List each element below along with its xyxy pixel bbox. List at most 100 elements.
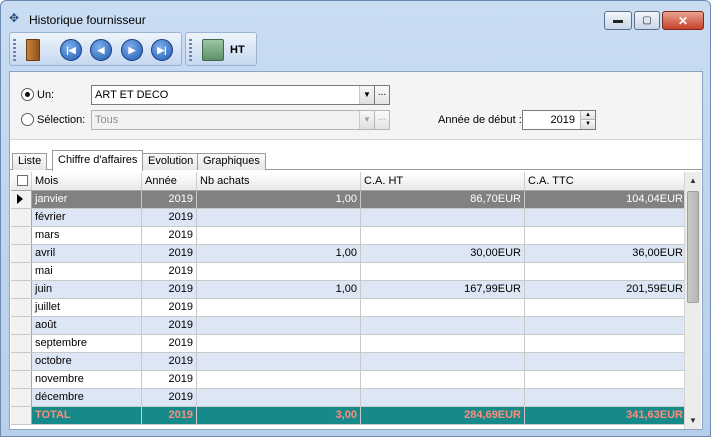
cell-nb-achats[interactable] xyxy=(196,262,361,281)
row-indicator[interactable] xyxy=(11,334,32,353)
cell-mois[interactable]: juillet xyxy=(31,298,142,317)
cell-annee[interactable]: 2019 xyxy=(141,280,197,299)
cell-ca-ht[interactable]: 167,99EUR xyxy=(360,280,525,299)
row-indicator[interactable] xyxy=(11,316,32,335)
tab-liste[interactable]: Liste xyxy=(12,153,48,170)
un-radio[interactable] xyxy=(21,88,34,101)
selection-combo[interactable]: Tous ▼ xyxy=(91,110,375,130)
table-row[interactable]: novembre 2019 xyxy=(11,370,687,389)
cell-annee[interactable]: 2019 xyxy=(141,370,197,389)
cell-mois[interactable]: janvier xyxy=(31,190,142,209)
row-indicator[interactable] xyxy=(11,244,32,263)
row-indicator[interactable] xyxy=(11,406,32,425)
cell-mois[interactable]: novembre xyxy=(31,370,142,389)
column-header-ca-ttc[interactable]: C.A. TTC xyxy=(524,172,687,191)
column-header-nb-achats[interactable]: Nb achats xyxy=(196,172,361,191)
exit-door-button[interactable] xyxy=(26,39,40,61)
row-indicator[interactable] xyxy=(11,388,32,407)
selection-browse-button[interactable]: ... xyxy=(374,110,390,130)
column-header-ca-ht[interactable]: C.A. HT xyxy=(360,172,525,191)
table-row[interactable]: septembre 2019 xyxy=(11,334,687,353)
row-indicator[interactable] xyxy=(11,370,32,389)
scroll-up-icon[interactable]: ▲ xyxy=(685,172,701,189)
cell-ca-ht[interactable]: 86,70EUR xyxy=(360,190,525,209)
tab-graphiques[interactable]: Graphiques xyxy=(197,153,266,170)
row-indicator[interactable] xyxy=(11,352,32,371)
row-indicator[interactable] xyxy=(11,226,32,245)
scroll-thumb[interactable] xyxy=(687,191,699,303)
minimize-button[interactable]: ▬ xyxy=(604,11,632,30)
first-record-button[interactable]: |◀ xyxy=(60,39,82,61)
tab-evolution[interactable]: Evolution xyxy=(142,153,200,170)
cell-ca-ttc[interactable] xyxy=(524,316,687,335)
previous-record-button[interactable]: ◀ xyxy=(90,39,112,61)
tab-chiffre-affaires[interactable]: Chiffre d'affaires xyxy=(52,150,144,171)
selection-radio[interactable] xyxy=(21,113,34,126)
cell-annee[interactable]: 2019 xyxy=(141,298,197,317)
cell-nb-achats[interactable] xyxy=(196,298,361,317)
table-row[interactable]: août 2019 xyxy=(11,316,687,335)
cell-ca-ht[interactable] xyxy=(360,316,525,335)
column-header-annee[interactable]: Année xyxy=(141,172,197,191)
cell-mois[interactable]: mai xyxy=(31,262,142,281)
cell-annee[interactable]: 2019 xyxy=(141,262,197,281)
cell-ca-ttc[interactable]: 104,04EUR xyxy=(524,190,687,209)
cell-ca-ttc[interactable]: 201,59EUR xyxy=(524,280,687,299)
row-indicator[interactable] xyxy=(11,298,32,317)
cell-mois[interactable]: août xyxy=(31,316,142,335)
title-bar[interactable]: ✥ Historique fournisseur ▬ ▢ ✕ xyxy=(1,1,710,31)
row-indicator[interactable] xyxy=(11,262,32,281)
cell-nb-achats[interactable]: 1,00 xyxy=(196,244,361,263)
cell-ca-ttc[interactable] xyxy=(524,352,687,371)
checkbox-icon[interactable] xyxy=(17,175,28,187)
cell-ca-ht[interactable] xyxy=(360,352,525,371)
cell-nb-achats[interactable] xyxy=(196,388,361,407)
cell-annee[interactable]: 2019 xyxy=(141,208,197,227)
table-row[interactable]: mai 2019 xyxy=(11,262,687,281)
calculator-button[interactable] xyxy=(202,39,224,61)
total-row[interactable]: TOTAL 2019 3,00 284,69EUR 341,63EUR xyxy=(11,406,687,425)
spin-up-icon[interactable]: ▲ xyxy=(580,111,595,120)
cell-annee[interactable]: 2019 xyxy=(141,316,197,335)
cell-ca-ht[interactable] xyxy=(360,370,525,389)
cell-ca-ttc[interactable] xyxy=(524,370,687,389)
supplier-combo[interactable]: ART ET DECO ▼ xyxy=(91,85,375,105)
cell-mois[interactable]: février xyxy=(31,208,142,227)
next-record-button[interactable]: ▶ xyxy=(121,39,143,61)
supplier-browse-button[interactable]: ... xyxy=(374,85,390,105)
column-header-mois[interactable]: Mois xyxy=(31,172,142,191)
row-indicator[interactable] xyxy=(11,280,32,299)
cell-annee[interactable]: 2019 xyxy=(141,226,197,245)
cell-annee[interactable]: 2019 xyxy=(141,352,197,371)
cell-nb-achats[interactable] xyxy=(196,208,361,227)
cell-ca-ttc[interactable] xyxy=(524,334,687,353)
cell-ca-ht[interactable] xyxy=(360,388,525,407)
cell-ca-ttc[interactable] xyxy=(524,226,687,245)
cell-nb-achats[interactable]: 1,00 xyxy=(196,280,361,299)
table-row[interactable]: octobre 2019 xyxy=(11,352,687,371)
cell-mois[interactable]: octobre xyxy=(31,352,142,371)
cell-ca-ht[interactable] xyxy=(360,298,525,317)
chevron-down-icon[interactable]: ▼ xyxy=(359,86,374,104)
cell-nb-achats[interactable]: 1,00 xyxy=(196,190,361,209)
cell-ca-ht[interactable] xyxy=(360,334,525,353)
table-row[interactable]: février 2019 xyxy=(11,208,687,227)
cell-ca-ht[interactable] xyxy=(360,262,525,281)
chevron-down-icon[interactable]: ▼ xyxy=(359,111,374,129)
cell-annee[interactable]: 2019 xyxy=(141,244,197,263)
maximize-button[interactable]: ▢ xyxy=(634,11,660,30)
cell-ca-ttc[interactable] xyxy=(524,298,687,317)
cell-nb-achats[interactable] xyxy=(196,352,361,371)
cell-mois[interactable]: avril xyxy=(31,244,142,263)
table-row[interactable]: avril 2019 1,00 30,00EUR 36,00EUR xyxy=(11,244,687,263)
table-row[interactable]: mars 2019 xyxy=(11,226,687,245)
spin-down-icon[interactable]: ▼ xyxy=(580,120,595,129)
cell-nb-achats[interactable] xyxy=(196,316,361,335)
cell-mois[interactable]: mars xyxy=(31,226,142,245)
table-row[interactable]: juillet 2019 xyxy=(11,298,687,317)
close-button[interactable]: ✕ xyxy=(662,11,704,30)
cell-ca-ttc[interactable] xyxy=(524,208,687,227)
cell-annee[interactable]: 2019 xyxy=(141,388,197,407)
ht-toggle-label[interactable]: HT xyxy=(230,44,245,56)
table-row[interactable]: décembre 2019 xyxy=(11,388,687,407)
